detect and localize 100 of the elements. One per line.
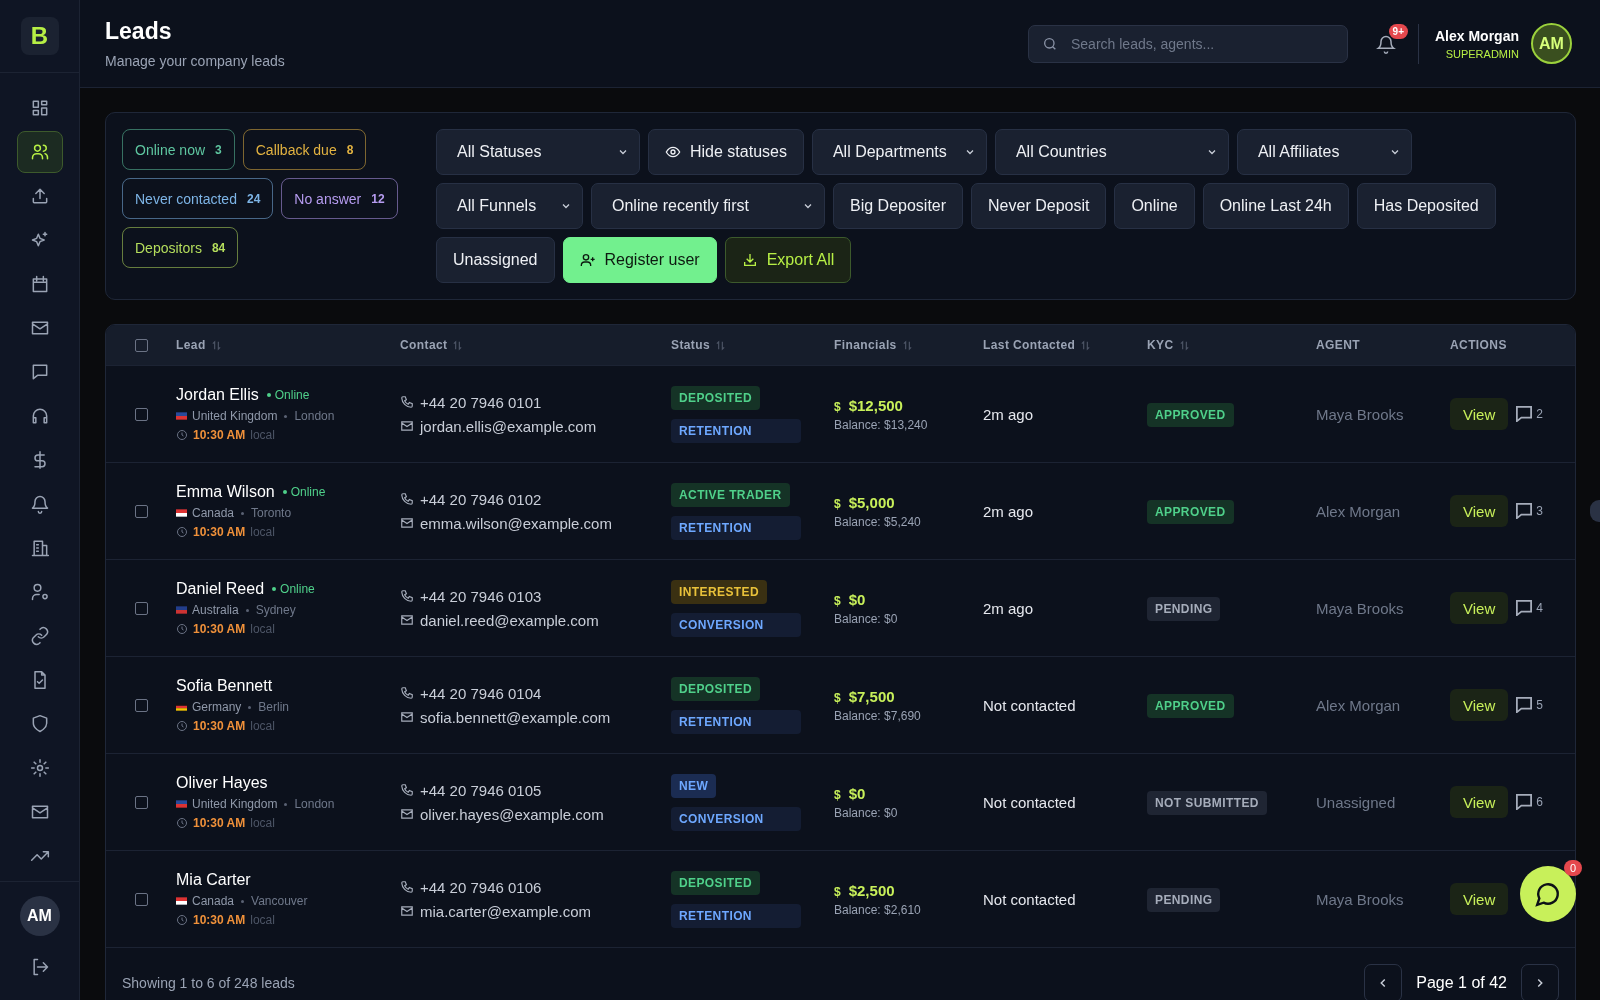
mail-icon [400, 516, 414, 530]
agent-name: Maya Brooks [1316, 599, 1405, 617]
column-header[interactable]: Contact [400, 338, 448, 352]
status-tag: DEPOSITED [671, 676, 760, 701]
deposit-amount: $7,500 [848, 687, 895, 705]
filter-button[interactable]: Online Last 24h [1202, 183, 1349, 229]
lead-name[interactable]: Sofia Bennett [176, 677, 273, 695]
logo[interactable]: B [20, 17, 59, 55]
pipeline-tag: RETENTION [671, 903, 801, 928]
page-subtitle: Manage your company leads [105, 53, 286, 69]
row-checkbox[interactable] [134, 795, 148, 809]
view-button[interactable]: View [1450, 689, 1509, 721]
filter-button[interactable]: Never Deposit [971, 183, 1107, 229]
filter-button[interactable]: Big Depositer [833, 183, 964, 229]
currency-sign: $ [834, 787, 841, 802]
row-checkbox[interactable] [134, 407, 148, 421]
time-note: local [250, 525, 275, 539]
comment-icon [1516, 794, 1533, 810]
kyc-tag: NOT SUBMITTED [1147, 791, 1267, 815]
view-button[interactable]: View [1450, 495, 1509, 527]
balance: Balance: $0 [834, 805, 899, 820]
view-button[interactable]: View [1450, 786, 1509, 818]
lead-name[interactable]: Mia Carter [176, 871, 251, 889]
deposit-amount: $2,500 [848, 881, 895, 899]
status-tag: ACTIVE TRADER [671, 482, 790, 507]
filter-dropdown[interactable]: All Departments [811, 129, 987, 175]
row-checkbox[interactable] [134, 892, 148, 906]
column-header[interactable]: Status [671, 338, 711, 352]
currency-sign: $ [834, 593, 841, 608]
city: Berlin [258, 700, 290, 714]
phone-number: +44 20 7946 0104 [420, 684, 542, 702]
comment-icon [1516, 600, 1533, 616]
comments-button[interactable]: 6 [1516, 794, 1543, 810]
register-user-button[interactable]: Register user [562, 237, 717, 283]
online-status: Online [282, 485, 326, 499]
nav-button[interactable] [16, 131, 63, 173]
filter-button[interactable]: Unassigned [436, 237, 555, 283]
country: Germany [192, 700, 242, 714]
filter-button[interactable]: Has Deposited [1356, 183, 1496, 229]
view-button[interactable]: View [1450, 592, 1509, 624]
filter-dropdown[interactable]: All Countries [994, 129, 1229, 175]
balance: Balance: $13,240 [834, 417, 929, 432]
column-header[interactable]: Last Contacted [983, 338, 1076, 352]
last-contacted: 2m ago [983, 405, 1035, 423]
quick-filter-chip[interactable]: Callback due 8 [242, 129, 367, 170]
comments-button[interactable]: 5 [1516, 697, 1543, 713]
filter-dropdown[interactable]: All Funnels [436, 183, 583, 229]
local-time: 10:30 AM [193, 622, 246, 636]
users-icon [29, 142, 50, 162]
lead-name[interactable]: Oliver Hayes [176, 774, 268, 792]
phone-icon [400, 783, 414, 797]
export-button[interactable]: Export All [724, 237, 852, 283]
lead-name[interactable]: Daniel Reed [176, 580, 265, 598]
user-role: SUPERADMIN [1444, 47, 1519, 60]
filter-dropdown[interactable]: All Statuses [436, 129, 640, 175]
select-all-checkbox[interactable] [134, 338, 148, 352]
quick-filter-chip[interactable]: Online now 3 [122, 129, 235, 170]
currency-sign: $ [834, 496, 841, 511]
user-avatar[interactable]: AM [1531, 23, 1572, 64]
comments-button[interactable]: 2 [1516, 406, 1543, 422]
deposit-amount: $12,500 [848, 396, 903, 414]
hide-statuses-button[interactable]: Hide statuses [648, 129, 804, 175]
row-checkbox[interactable] [134, 698, 148, 712]
user-avatar[interactable]: AM [19, 896, 60, 936]
column-header[interactable]: Financials [834, 338, 897, 352]
phone-number: +44 20 7946 0106 [420, 878, 542, 896]
last-contacted: Not contacted [983, 890, 1077, 908]
filter-dropdown[interactable]: All Affiliates [1236, 129, 1412, 175]
pipeline-tag: CONVERSION [671, 806, 801, 831]
separator-dot [284, 414, 288, 418]
mail-icon [29, 802, 50, 822]
quick-filter-chip[interactable]: Never contacted 24 [122, 178, 274, 219]
column-header[interactable]: KYC [1147, 338, 1174, 352]
comments-button[interactable]: 3 [1516, 503, 1543, 519]
lead-name[interactable]: Jordan Ellis [176, 386, 259, 404]
quick-filter-chip[interactable]: No answer 12 [281, 178, 398, 219]
chat-bubble-icon [1535, 881, 1561, 907]
status-tag: DEPOSITED [671, 385, 760, 410]
comments-button[interactable]: 4 [1516, 600, 1543, 616]
quick-filter-chip[interactable]: Depositors 84 [122, 227, 239, 268]
search-field[interactable]: Search leads, agents... [1028, 24, 1348, 63]
local-time: 10:30 AM [193, 719, 246, 733]
row-checkbox[interactable] [134, 601, 148, 615]
column-header[interactable]: Lead [176, 338, 206, 352]
view-button[interactable]: View [1450, 883, 1509, 915]
bell-icon [29, 494, 50, 514]
filter-dropdown[interactable]: Online recently first [591, 183, 825, 229]
link-icon [29, 626, 50, 646]
filter-button[interactable]: Online [1114, 183, 1195, 229]
clock-icon [176, 429, 188, 441]
mail-icon [29, 318, 50, 338]
row-checkbox[interactable] [134, 504, 148, 518]
city: Vancouver [251, 894, 308, 908]
balance: Balance: $5,240 [834, 514, 922, 529]
comment-icon [1516, 697, 1533, 713]
lead-name[interactable]: Emma Wilson [176, 483, 275, 501]
mail-icon [400, 419, 414, 433]
pipeline-tag: RETENTION [671, 418, 801, 443]
agent-name: Alex Morgan [1316, 696, 1402, 714]
view-button[interactable]: View [1450, 398, 1509, 430]
